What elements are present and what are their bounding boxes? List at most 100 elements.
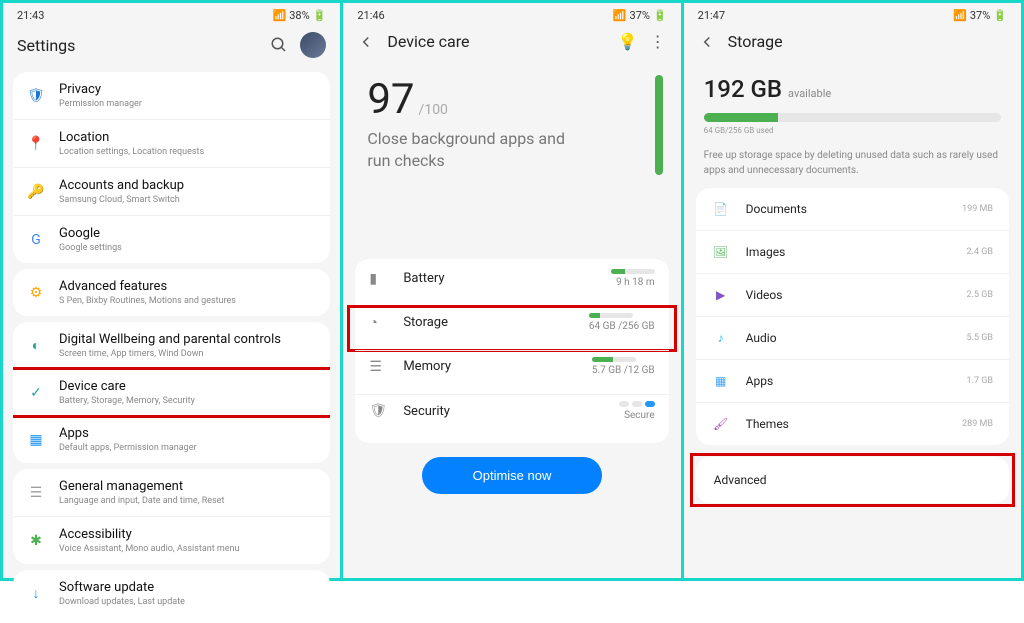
storage-summary: 192 GBavailable 64 GB/256 GB used <box>684 59 1021 141</box>
storage-category-size: 2.4 GB <box>967 247 993 257</box>
storage-categories: 📄 Documents 199 MB🖼 Images 2.4 GB▶ Video… <box>696 188 1009 445</box>
security-icon: 🛡 <box>369 403 389 419</box>
device-care-header: Device care 💡 ⋮ <box>343 24 680 59</box>
advanced-row[interactable]: Advanced <box>696 457 1009 503</box>
item-subtitle: Language and input, Date and time, Reset <box>59 496 224 506</box>
storage-row-apps[interactable]: ▦ Apps 1.7 GB <box>696 359 1009 402</box>
storage-row-images[interactable]: 🖼 Images 2.4 GB <box>696 230 1009 273</box>
item-title: Google <box>59 226 122 241</box>
settings-item-location[interactable]: 📍 Location Location settings, Location r… <box>13 119 330 167</box>
status-bar: 21:46 📶37%🔋 <box>343 3 680 24</box>
themes-icon: 🖌 <box>712 415 730 433</box>
tips-icon[interactable]: 💡 <box>619 33 637 51</box>
search-icon[interactable] <box>270 36 288 54</box>
device-care-screen: 21:46 📶37%🔋 Device care 💡 ⋮ 97/100 Close… <box>340 3 680 578</box>
storage-category-name: Videos <box>746 288 951 302</box>
score-value: 97 <box>367 75 414 124</box>
settings-item-google[interactable]: G Google Google settings <box>13 215 330 263</box>
documents-icon: 📄 <box>712 200 730 218</box>
images-icon: 🖼 <box>712 243 730 261</box>
avatar[interactable] <box>300 32 326 58</box>
storage-row-videos[interactable]: ▶ Videos 2.5 GB <box>696 273 1009 316</box>
item-title: General management <box>59 479 224 494</box>
settings-item-wellbeing[interactable]: ◐ Digital Wellbeing and parental control… <box>13 322 330 369</box>
advanced-icon: ⚙ <box>25 282 47 304</box>
storage-row-documents[interactable]: 📄 Documents 199 MB <box>696 188 1009 230</box>
settings-item-devicecare[interactable]: ✓ Device care Battery, Storage, Memory, … <box>13 369 330 416</box>
stat-label: Storage <box>403 315 575 330</box>
back-icon[interactable] <box>357 33 375 51</box>
more-icon[interactable]: ⋮ <box>649 33 667 51</box>
stat-value: Secure <box>619 410 655 421</box>
item-subtitle: Download updates, Last update <box>59 597 185 607</box>
settings-item-apps[interactable]: ▦ Apps Default apps, Permission manager <box>13 416 330 463</box>
settings-item-privacy[interactable]: 🛡 Privacy Permission manager <box>13 72 330 119</box>
page-title: Device care <box>387 32 469 51</box>
storage-category-name: Audio <box>746 331 951 345</box>
storage-row-themes[interactable]: 🖌 Themes 289 MB <box>696 402 1009 445</box>
storage-used-caption: 64 GB/256 GB used <box>704 126 1001 135</box>
item-subtitle: Samsung Cloud, Smart Switch <box>59 195 184 205</box>
location-icon: 📍 <box>25 133 47 155</box>
google-icon: G <box>25 229 47 251</box>
accounts-icon: 🔑 <box>25 181 47 203</box>
page-title: Storage <box>728 32 783 51</box>
settings-screen: 21:43 📶38%🔋 Settings 🛡 Privacy Permissio… <box>3 3 340 578</box>
item-title: Digital Wellbeing and parental controls <box>59 332 281 347</box>
stat-label: Memory <box>403 359 578 374</box>
page-title: Settings <box>17 36 75 55</box>
status-time: 21:46 <box>357 9 384 22</box>
status-indicators: 📶37%🔋 <box>613 9 667 22</box>
settings-item-accessibility[interactable]: ✱ Accessibility Voice Assistant, Mono au… <box>13 516 330 564</box>
item-title: Advanced features <box>59 279 236 294</box>
softupdate-icon: ↓ <box>25 583 47 605</box>
settings-item-general[interactable]: ☰ General management Language and input,… <box>13 469 330 516</box>
stat-row-storage[interactable]: ◔ Storage 64 GB /256 GB <box>355 306 668 350</box>
settings-item-softupdate[interactable]: ↓ Software update Download updates, Last… <box>13 570 330 617</box>
devicecare-icon: ✓ <box>25 382 47 404</box>
status-bar: 21:43 📶38%🔋 <box>3 3 340 24</box>
item-subtitle: Default apps, Permission manager <box>59 443 197 453</box>
item-title: Location <box>59 130 204 145</box>
status-indicators: 📶38%🔋 <box>273 9 327 22</box>
storage-category-size: 289 MB <box>962 419 993 429</box>
device-score: 97/100 Close background apps and run che… <box>343 59 680 179</box>
item-subtitle: S Pen, Bixby Routines, Motions and gestu… <box>59 296 236 306</box>
memory-icon: ☰ <box>369 359 389 375</box>
apps-icon: ▦ <box>25 429 47 451</box>
optimise-button[interactable]: Optimise now <box>422 457 602 494</box>
stat-row-security[interactable]: 🛡 Security Secure <box>355 394 668 439</box>
storage-row-audio[interactable]: ♪ Audio 5.5 GB <box>696 316 1009 359</box>
back-icon[interactable] <box>698 33 716 51</box>
stat-value: 9 h 18 m <box>611 277 655 288</box>
storage-category-name: Apps <box>746 374 951 388</box>
storage-category-size: 199 MB <box>962 204 993 214</box>
item-title: Accounts and backup <box>59 178 184 193</box>
storage-available-value: 192 GB <box>704 75 782 103</box>
storage-category-name: Images <box>746 245 951 259</box>
stat-bar <box>611 269 655 274</box>
status-time: 21:43 <box>17 9 44 22</box>
status-time: 21:47 <box>698 9 725 22</box>
settings-item-advanced[interactable]: ⚙ Advanced features S Pen, Bixby Routine… <box>13 269 330 316</box>
item-title: Apps <box>59 426 197 441</box>
settings-item-accounts[interactable]: 🔑 Accounts and backup Samsung Cloud, Sma… <box>13 167 330 215</box>
item-subtitle: Voice Assistant, Mono audio, Assistant m… <box>59 544 239 554</box>
storage-category-name: Themes <box>746 417 946 431</box>
stat-row-memory[interactable]: ☰ Memory 5.7 GB /12 GB <box>355 350 668 394</box>
storage-bar <box>704 113 1001 122</box>
storage-category-name: Documents <box>746 202 946 216</box>
privacy-icon: 🛡 <box>25 85 47 107</box>
item-subtitle: Permission manager <box>59 99 142 109</box>
item-subtitle: Battery, Storage, Memory, Security <box>59 396 195 406</box>
stat-value: 5.7 GB /12 GB <box>592 365 655 376</box>
stat-row-battery[interactable]: ▮ Battery 9 h 18 m <box>355 263 668 306</box>
storage-description: Free up storage space by deleting unused… <box>684 141 1021 184</box>
settings-header: Settings <box>3 24 340 66</box>
item-title: Accessibility <box>59 527 239 542</box>
videos-icon: ▶ <box>712 286 730 304</box>
item-subtitle: Google settings <box>59 243 122 253</box>
score-max: /100 <box>419 102 448 124</box>
battery-icon: ▮ <box>369 271 389 287</box>
storage-category-size: 5.5 GB <box>967 333 993 343</box>
